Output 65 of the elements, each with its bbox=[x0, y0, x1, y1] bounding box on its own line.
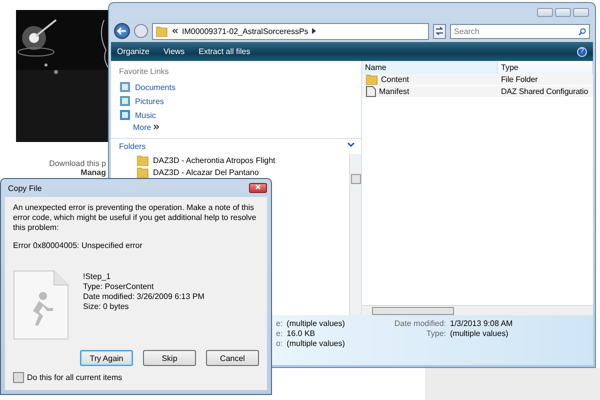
address-text: IM00009371-02_AstralSorceressPs bbox=[182, 26, 308, 36]
toolbar-button[interactable]: Views bbox=[163, 47, 185, 56]
favorite-link[interactable]: Pictures bbox=[111, 94, 361, 108]
detail-label: Date modified: bbox=[393, 319, 446, 328]
folder-icon bbox=[137, 154, 149, 166]
folder-icon bbox=[156, 26, 168, 36]
double-chevron-icon bbox=[153, 124, 160, 130]
search-field[interactable]: Search bbox=[450, 24, 590, 38]
folder-item[interactable]: DAZ3D - Alcazar Del Pantano bbox=[153, 168, 259, 176]
file-icon bbox=[13, 270, 69, 340]
pictures-icon bbox=[119, 95, 131, 107]
detail-value: 1/3/2013 9:08 AM bbox=[450, 319, 514, 328]
detail-value: 16.0 KB bbox=[286, 329, 316, 338]
error-code: Error 0x80004005: Unspecified error bbox=[13, 241, 144, 250]
back-button[interactable] bbox=[114, 23, 130, 39]
double-chevron-icon bbox=[172, 28, 178, 34]
maximize-button[interactable] bbox=[555, 8, 571, 16]
file-type: File Folder bbox=[500, 75, 539, 84]
search-icon bbox=[578, 28, 586, 36]
checkbox[interactable] bbox=[13, 372, 24, 383]
dialog-title: Copy File bbox=[8, 184, 42, 192]
file-detail: Type: PoserContent bbox=[83, 282, 155, 292]
file-detail: !Step_1 bbox=[83, 272, 112, 282]
file-name[interactable]: Manifest bbox=[379, 87, 410, 96]
back-arrow-icon bbox=[117, 27, 127, 35]
address-bar[interactable]: IM00009371-02_AstralSorceressPs bbox=[152, 22, 429, 40]
file-type: DAZ Shared Configuratio bbox=[500, 87, 590, 96]
detail-value: (multiple values) bbox=[450, 329, 510, 338]
favorite-link[interactable]: Music bbox=[111, 108, 361, 122]
scrollbar[interactable] bbox=[349, 154, 361, 315]
forward-button[interactable] bbox=[134, 24, 148, 38]
detail-value: (multiple values) bbox=[286, 339, 345, 348]
scrollbar[interactable] bbox=[362, 305, 593, 315]
close-button[interactable] bbox=[249, 183, 267, 193]
folder-item[interactable]: DAZ3D - Acherontia Atropos Flight bbox=[153, 156, 276, 164]
detail-label: Type: bbox=[425, 329, 446, 338]
close-icon bbox=[255, 184, 261, 190]
dialog-button[interactable]: Skip bbox=[143, 350, 196, 366]
chevron-icon[interactable] bbox=[312, 28, 316, 34]
detail-value: (multiple values) bbox=[286, 319, 345, 328]
chevron-icon[interactable] bbox=[347, 142, 355, 148]
favorite-link[interactable]: Documents bbox=[111, 80, 361, 94]
section-heading: Folders bbox=[119, 142, 146, 151]
more-link[interactable]: More bbox=[111, 122, 361, 132]
documents-icon bbox=[119, 81, 131, 93]
download-caption: Download this p bbox=[49, 159, 106, 168]
detail-label: o: bbox=[276, 339, 283, 348]
caption-text: Manag bbox=[80, 168, 106, 177]
refresh-button[interactable] bbox=[433, 24, 446, 38]
file-name[interactable]: Content bbox=[381, 75, 410, 84]
detail-label: e: bbox=[276, 319, 283, 328]
detail-label: e: bbox=[276, 329, 283, 338]
file-detail: Date modified: 3/26/2009 6:13 PM bbox=[83, 292, 204, 302]
toolbar-button[interactable]: Organize bbox=[117, 47, 150, 56]
minimize-button[interactable] bbox=[537, 8, 553, 16]
toolbar-button[interactable]: Extract all files bbox=[198, 47, 250, 56]
section-heading: Favorite Links bbox=[118, 66, 170, 78]
checkbox-label[interactable]: Do this for all current items bbox=[27, 373, 122, 382]
file-detail: Size: 0 bytes bbox=[83, 302, 130, 312]
music-icon bbox=[119, 109, 131, 121]
dialog-button[interactable]: Cancel bbox=[206, 350, 259, 366]
column-header[interactable]: Name bbox=[362, 61, 498, 74]
error-message: An unexpected error is preventing the operation. Make a note of this error code, which might be useful if you get additional help to resolve this problem: bbox=[13, 203, 258, 233]
refresh-icon bbox=[435, 27, 444, 35]
dialog-button[interactable]: Try Again bbox=[80, 350, 133, 366]
